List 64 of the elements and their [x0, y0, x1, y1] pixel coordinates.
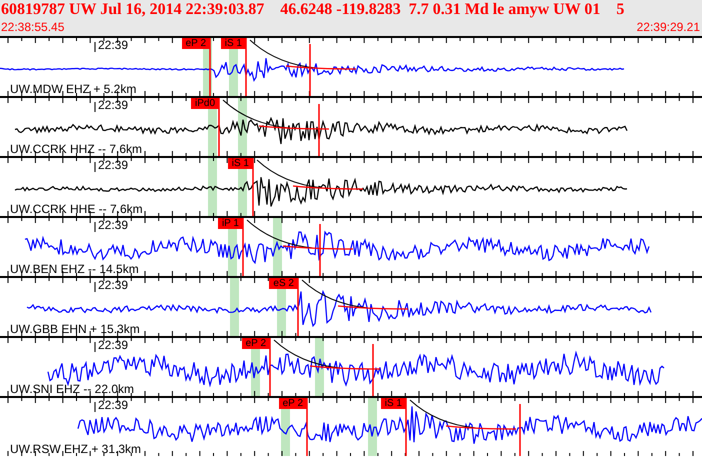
- pick-tag[interactable]: iS 1: [228, 158, 253, 169]
- decay-curve: [250, 40, 316, 68]
- pick-tag[interactable]: eP 2: [242, 338, 270, 349]
- tick-marker: [94, 222, 96, 232]
- pick-tag[interactable]: eP 2: [182, 38, 210, 49]
- coda-line: [292, 185, 363, 190]
- coda-line: [310, 365, 380, 370]
- time-label: 22:39: [98, 99, 128, 112]
- time-label: 22:39: [98, 339, 128, 352]
- pick-tag[interactable]: iPd0: [190, 98, 219, 109]
- arrival-window-band: [273, 218, 282, 276]
- arrival-window-band: [368, 398, 377, 456]
- coda-marker[interactable]: [372, 344, 374, 396]
- tick-marker: [94, 102, 96, 112]
- time-label: 22:39: [98, 279, 128, 292]
- time-label: 22:39: [98, 219, 128, 232]
- coda-marker[interactable]: [319, 224, 321, 276]
- pick-line[interactable]: [245, 38, 247, 96]
- coda-line: [446, 425, 516, 430]
- decay-curve: [302, 280, 368, 308]
- station-label: UW.CCRK HHE -- 7.6km: [10, 202, 143, 216]
- event-title: 60819787 UW Jul 16, 2014 22:39:03.87 46.6248 -119.8283 7.7 0.31 Md le amyw UW 01 5: [1, 0, 626, 20]
- decay-curve: [222, 100, 290, 128]
- tick-marker: [94, 402, 96, 412]
- pick-line[interactable]: [242, 218, 244, 276]
- pick-tag[interactable]: eP 2: [278, 398, 307, 409]
- pick-line[interactable]: [306, 398, 308, 456]
- tick-marker: [94, 42, 96, 52]
- station-label: UW.GBB EHN + 15.3km: [10, 322, 140, 336]
- time-label: 22:39: [98, 399, 128, 412]
- tick-marker: [94, 342, 96, 352]
- tick-marker: [94, 282, 96, 292]
- station-label: UW.BEN EHZ -- 14.5km: [10, 262, 139, 276]
- coda-line: [258, 125, 329, 130]
- pick-line[interactable]: [297, 278, 299, 336]
- pick-tag[interactable]: iP 1: [218, 218, 243, 229]
- coda-marker[interactable]: [309, 44, 311, 96]
- pick-tag[interactable]: iS 1: [220, 38, 246, 49]
- pick-tag[interactable]: eS 2: [269, 278, 298, 289]
- end-time: 22:39:29.21: [636, 20, 700, 34]
- pick-line[interactable]: [269, 338, 271, 396]
- coda-marker[interactable]: [318, 104, 320, 156]
- pick-line[interactable]: [252, 158, 254, 216]
- coda-line: [282, 245, 353, 250]
- pick-line[interactable]: [405, 398, 407, 456]
- decay-curve: [274, 340, 340, 368]
- decay-curve: [246, 220, 314, 248]
- tick-marker: [94, 162, 96, 172]
- station-label: UW.SNI EHZ -- 22.0km: [10, 382, 134, 396]
- arrival-window-band: [230, 278, 239, 336]
- coda-marker[interactable]: [519, 404, 521, 456]
- arrival-window-band: [208, 158, 217, 216]
- station-label: UW.CCRK HHZ -- 7.6km: [10, 142, 142, 156]
- decay-curve: [256, 160, 324, 188]
- coda-line: [286, 65, 356, 70]
- coda-line: [338, 305, 408, 310]
- pick-tag[interactable]: iS 1: [380, 398, 406, 409]
- station-label: UW.MDW EHZ + 5.2km: [10, 82, 136, 96]
- time-label: 22:39: [98, 39, 128, 52]
- time-label: 22:39: [98, 159, 128, 172]
- station-label: UW.RSW EHZ + 31.3km: [10, 442, 142, 456]
- start-time: 22:38:55.45: [1, 20, 64, 34]
- decay-curve: [410, 400, 476, 428]
- pick-line[interactable]: [218, 98, 220, 156]
